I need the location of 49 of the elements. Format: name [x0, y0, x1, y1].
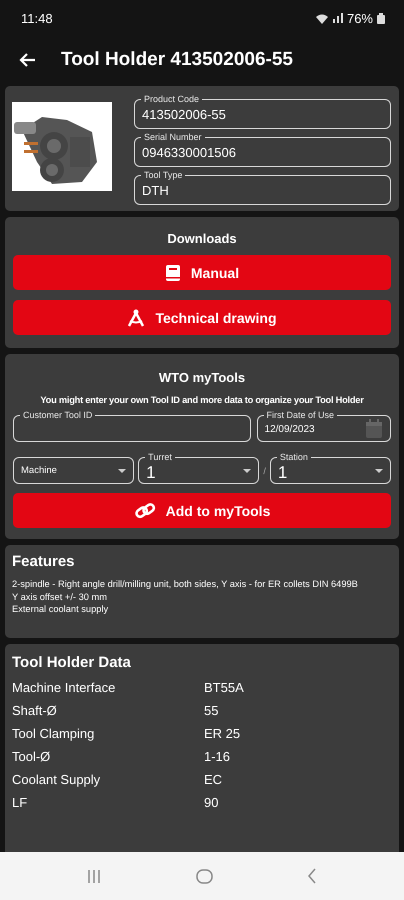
back-icon[interactable]	[308, 868, 317, 884]
back-arrow-icon[interactable]	[18, 51, 36, 69]
signal-icon	[332, 12, 344, 24]
status-time: 11:48	[21, 10, 53, 26]
property-value: EC	[204, 772, 222, 786]
field-label: Tool Type	[141, 170, 186, 180]
property-value: 90	[204, 794, 218, 810]
recent-apps-icon[interactable]	[87, 868, 102, 884]
section-title: Features	[12, 553, 76, 570]
home-icon[interactable]	[196, 868, 213, 884]
manual-button[interactable]: Manual	[13, 255, 391, 290]
add-to-mytools-button[interactable]: Add to myTools	[13, 493, 391, 528]
field-label: First Date of Use	[264, 410, 338, 420]
caret-icon	[243, 468, 252, 472]
field-label: Customer Tool ID	[20, 410, 96, 420]
field-label: Turret	[145, 452, 175, 462]
technical-drawing-button[interactable]: Technical drawing	[13, 300, 391, 335]
wifi-icon	[314, 12, 329, 24]
caret-icon	[374, 468, 383, 472]
field-label: Product Code	[141, 94, 202, 104]
property-name: Shaft-Ø	[12, 702, 58, 718]
section-title: WTO myTools	[158, 370, 246, 385]
feature-text: 2-spindle - Right angle drill/milling unit, both sides, Y axis - for ER collets DIN 6499B	[12, 578, 359, 590]
compass-icon	[127, 308, 146, 326]
separator: /	[263, 466, 266, 476]
machine-dropdown[interactable]: Machine	[13, 457, 134, 484]
section-title: Downloads	[167, 231, 237, 246]
property-value: 55	[204, 702, 218, 718]
field-label: Serial Number	[141, 132, 205, 142]
link-icon	[134, 500, 156, 520]
property-value: BT55A	[204, 680, 244, 694]
calendar-icon[interactable]	[365, 419, 383, 438]
property-name: LF	[12, 794, 28, 810]
battery-icon	[376, 12, 386, 24]
section-title: Tool Holder Data	[12, 654, 132, 670]
caret-icon	[118, 468, 126, 472]
book-icon	[164, 264, 181, 282]
property-name: Tool-Ø	[12, 748, 52, 764]
property-name: Coolant Supply	[12, 772, 102, 786]
screen-title: Tool Holder 413502006-55	[61, 49, 293, 71]
section-description: You might enter your own Tool ID and more data to organize your Tool Holder	[40, 395, 364, 405]
property-value: ER 25	[204, 726, 240, 740]
property-value: 1-16	[204, 748, 230, 764]
property-name: Machine Interface	[12, 680, 116, 694]
feature-text: Y axis offset +/- 30 mm	[12, 590, 108, 603]
battery-level: 76%	[346, 10, 373, 26]
property-name: Tool Clamping	[12, 726, 96, 740]
field-label: Station	[276, 452, 311, 462]
feature-text: External coolant supply	[12, 603, 110, 616]
